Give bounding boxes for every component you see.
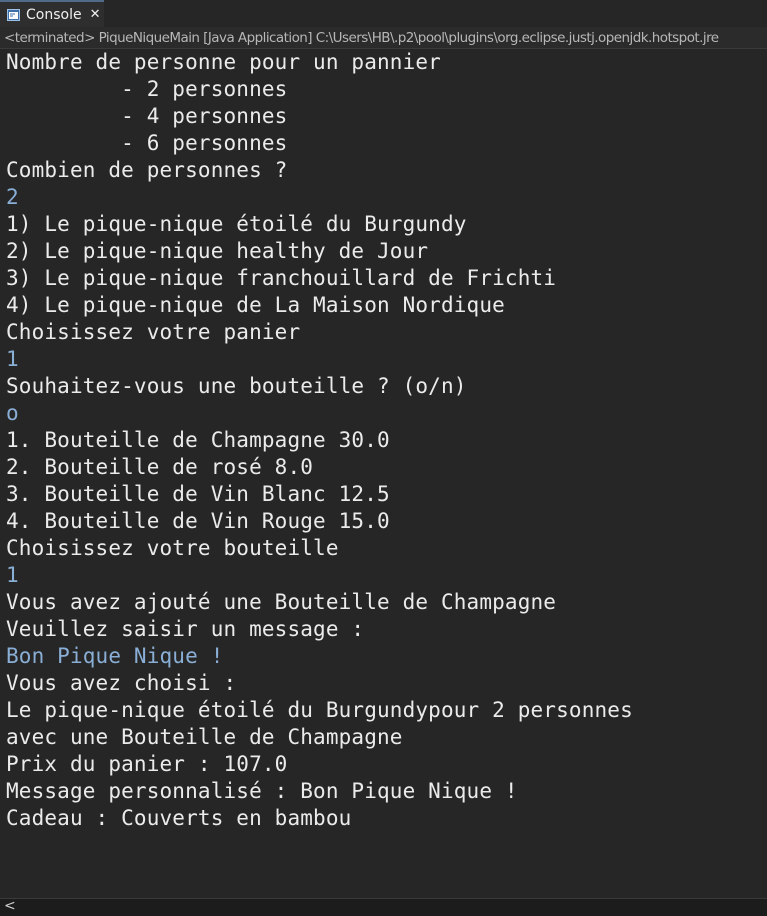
tab-label: Console: [26, 6, 82, 23]
tab-console[interactable]: Console ✕: [0, 0, 104, 27]
horizontal-scrollbar[interactable]: <: [0, 898, 767, 916]
tab-bar: Console ✕: [0, 0, 767, 27]
console-output-line: Combien de personnes ?: [6, 158, 288, 182]
console-output-line: 4) Le pique-nique de La Maison Nordique: [6, 293, 505, 317]
console-output-line: Nombre de personne pour un pannier: [6, 50, 441, 74]
console-output-line: Choisissez votre panier: [6, 320, 301, 344]
console-input-line: Bon Pique Nique !: [6, 644, 224, 668]
console-output-line: 2) Le pique-nique healthy de Jour: [6, 239, 429, 263]
console-output-line: - 4 personnes: [6, 104, 288, 128]
console-output-line: Vous avez ajouté une Bouteille de Champa…: [6, 590, 557, 614]
console-output-line: 3) Le pique-nique franchouillard de Fric…: [6, 266, 557, 290]
console-output-line: Cadeau : Couverts en bambou: [6, 806, 352, 830]
console-output-line: 4. Bouteille de Vin Rouge 15.0: [6, 509, 390, 533]
console-output-line: Souhaitez-vous une bouteille ? (o/n): [6, 374, 467, 398]
console-input-line: 1: [6, 563, 19, 587]
console-icon: [7, 8, 20, 21]
console-output-line: Vous avez choisi :: [6, 671, 237, 695]
console-output-line: - 6 personnes: [6, 131, 288, 155]
console-output-line: avec une Bouteille de Champagne: [6, 725, 403, 749]
console-output-line: Choisissez votre bouteille: [6, 536, 339, 560]
close-icon[interactable]: ✕: [90, 7, 101, 22]
console-input-line: 2: [6, 185, 19, 209]
console-output-line: 1) Le pique-nique étoilé du Burgundy: [6, 212, 467, 236]
console-output-line: Le pique-nique étoilé du Burgundypour 2 …: [6, 698, 633, 722]
console-input-line: o: [6, 401, 19, 425]
console-window: Console ✕ <terminated> PiqueNiqueMain [J…: [0, 0, 767, 916]
console-output-line: Prix du panier : 107.0: [6, 752, 288, 776]
console-input-line: 1: [6, 347, 19, 371]
console-output-line: 3. Bouteille de Vin Blanc 12.5: [6, 482, 390, 506]
console-output-line: Veuillez saisir un message :: [6, 617, 365, 641]
console-output-line: Message personnalisé : Bon Pique Nique !: [6, 779, 518, 803]
scroll-left-icon[interactable]: <: [4, 898, 16, 914]
console-output-line: - 2 personnes: [6, 77, 288, 101]
console-output-line: 1. Bouteille de Champagne 30.0: [6, 428, 390, 452]
process-status-line: <terminated> PiqueNiqueMain [Java Applic…: [0, 27, 767, 49]
console-output[interactable]: Nombre de personne pour un pannier - 2 p…: [0, 49, 767, 898]
console-output-line: 2. Bouteille de rosé 8.0: [6, 455, 314, 479]
